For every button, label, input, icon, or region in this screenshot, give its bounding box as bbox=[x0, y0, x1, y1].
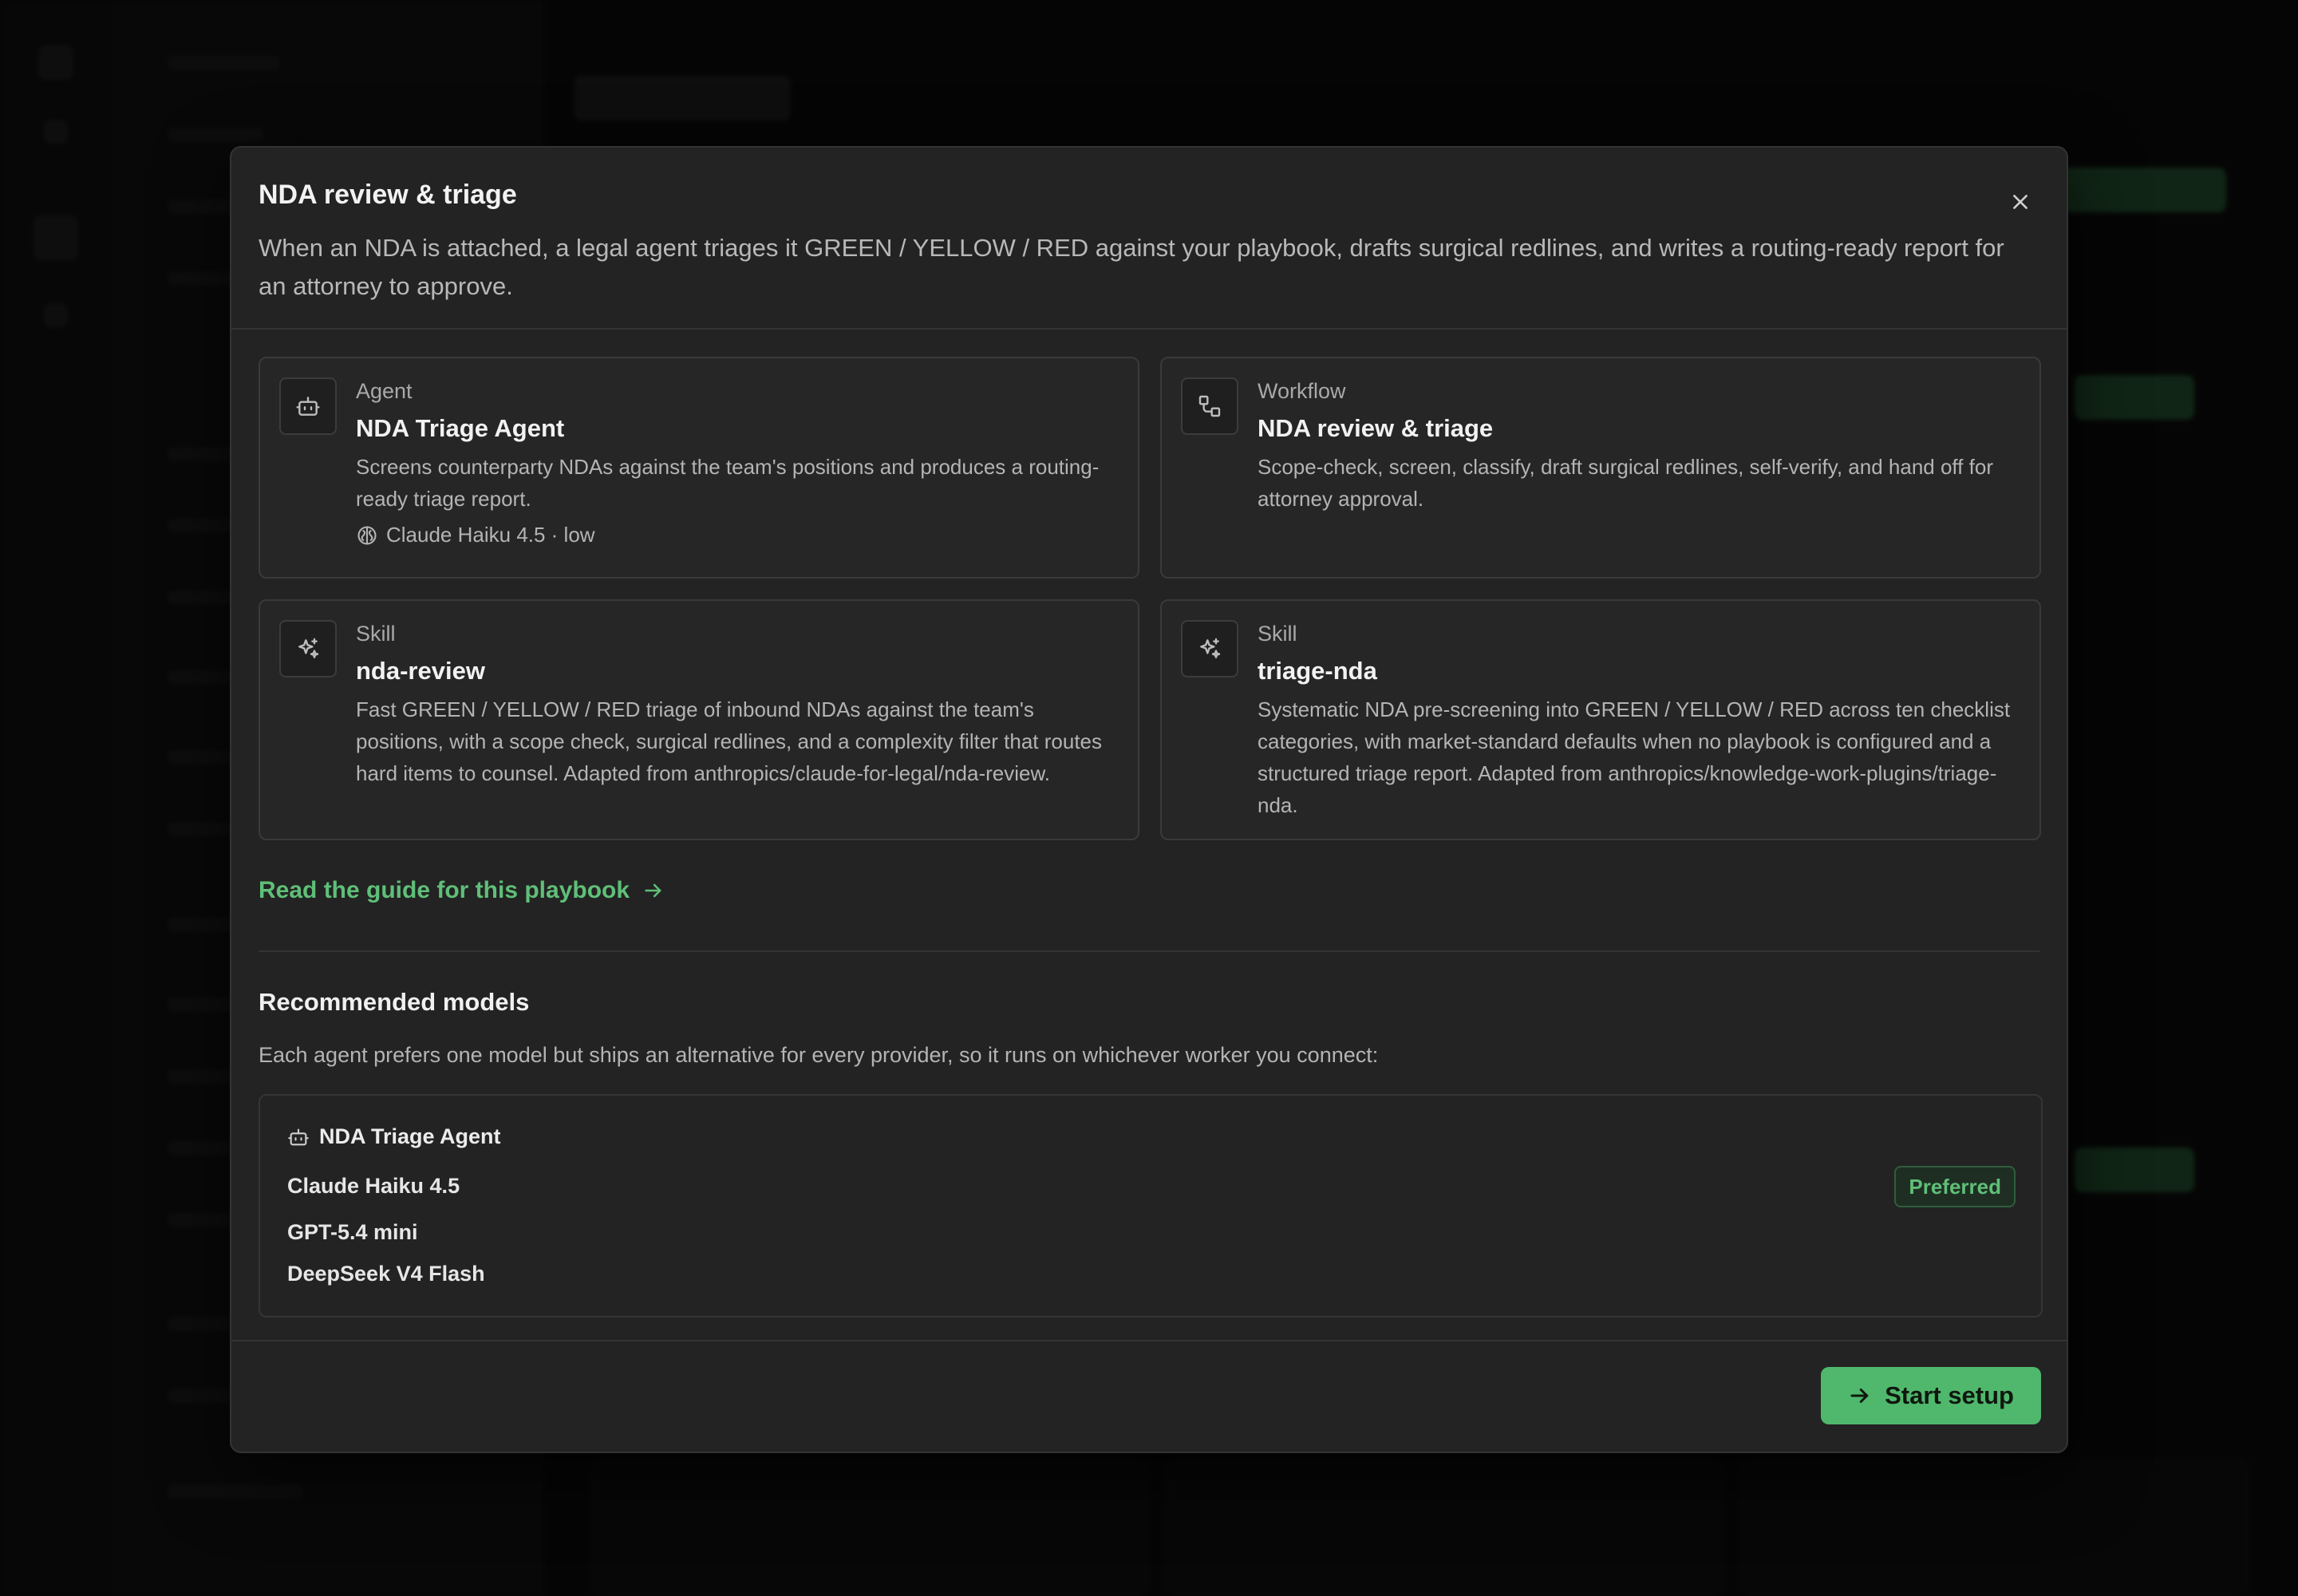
close-button[interactable] bbox=[2001, 183, 2039, 221]
close-icon bbox=[2013, 195, 2028, 209]
robot-icon bbox=[296, 397, 320, 416]
sparkle-icon bbox=[1200, 638, 1221, 658]
card-icon-container bbox=[279, 377, 337, 435]
sparkle-icon bbox=[298, 638, 319, 658]
model-row: DeepSeek V4 Flash bbox=[287, 1262, 485, 1286]
read-guide-label: Read the guide for this playbook bbox=[259, 877, 630, 903]
card-name: NDA review & triage bbox=[1258, 414, 1494, 442]
models-agent-header: NDA Triage Agent bbox=[287, 1124, 501, 1149]
card-icon-container bbox=[1181, 377, 1238, 435]
card-icon-container bbox=[279, 620, 337, 678]
card-description: Screens counterparty NDAs against the te… bbox=[356, 455, 1100, 511]
models-agent-name: NDA Triage Agent bbox=[319, 1124, 501, 1148]
card-name: nda-review bbox=[356, 657, 485, 685]
agent-card[interactable]: Agent NDA Triage Agent Screens counterpa… bbox=[259, 357, 1139, 579]
card-description: Scope-check, screen, classify, draft sur… bbox=[1258, 455, 1993, 511]
robot-icon bbox=[288, 1128, 309, 1145]
read-guide-link[interactable]: Read the guide for this playbook bbox=[259, 877, 665, 904]
card-kind: Agent bbox=[356, 379, 413, 403]
modal-description: When an NDA is attached, a legal agent t… bbox=[259, 234, 2004, 300]
model-row: GPT-5.4 mini bbox=[287, 1220, 418, 1244]
card-description: Systematic NDA pre-screening into GREEN … bbox=[1258, 697, 2011, 817]
card-kind: Skill bbox=[1258, 622, 1297, 646]
section-divider bbox=[259, 950, 2039, 952]
card-model-label: Claude Haiku 4.5 · low bbox=[386, 523, 595, 547]
workflow-icon bbox=[1198, 395, 1221, 417]
card-model-meta: Claude Haiku 4.5 · low bbox=[356, 523, 595, 547]
arrow-right-icon bbox=[1850, 1389, 1869, 1403]
model-icon bbox=[357, 525, 377, 545]
recommended-models-description: Each agent prefers one model but ships a… bbox=[259, 1043, 1379, 1067]
playbook-modal: NDA review & triage When an NDA is attac… bbox=[230, 146, 2068, 1453]
recommended-models-title: Recommended models bbox=[259, 988, 530, 1016]
start-setup-button[interactable]: Start setup bbox=[1821, 1367, 2041, 1424]
card-kind: Workflow bbox=[1258, 379, 1346, 403]
modal-footer: Start setup bbox=[231, 1340, 2067, 1452]
skill-card-nda-review[interactable]: Skill nda-review Fast GREEN / YELLOW / R… bbox=[259, 599, 1139, 840]
card-name: triage-nda bbox=[1258, 657, 1377, 685]
card-description: Fast GREEN / YELLOW / RED triage of inbo… bbox=[356, 697, 1103, 785]
modal-title: NDA review & triage bbox=[259, 180, 517, 210]
workflow-card[interactable]: Workflow NDA review & triage Scope-check… bbox=[1160, 357, 2041, 579]
modal-header: NDA review & triage When an NDA is attac… bbox=[231, 148, 2067, 330]
skill-card-triage-nda[interactable]: Skill triage-nda Systematic NDA pre-scre… bbox=[1160, 599, 2041, 840]
card-icon-container bbox=[1181, 620, 1238, 678]
card-kind: Skill bbox=[356, 622, 396, 646]
recommended-models-box: NDA Triage Agent Claude Haiku 4.5 GPT-5.… bbox=[259, 1094, 2043, 1317]
arrow-right-icon bbox=[645, 883, 661, 898]
card-name: NDA Triage Agent bbox=[356, 414, 565, 442]
model-row-preferred: Claude Haiku 4.5 bbox=[287, 1174, 460, 1198]
start-setup-label: Start setup bbox=[1885, 1381, 2014, 1409]
preferred-badge: Preferred bbox=[1894, 1166, 2016, 1207]
